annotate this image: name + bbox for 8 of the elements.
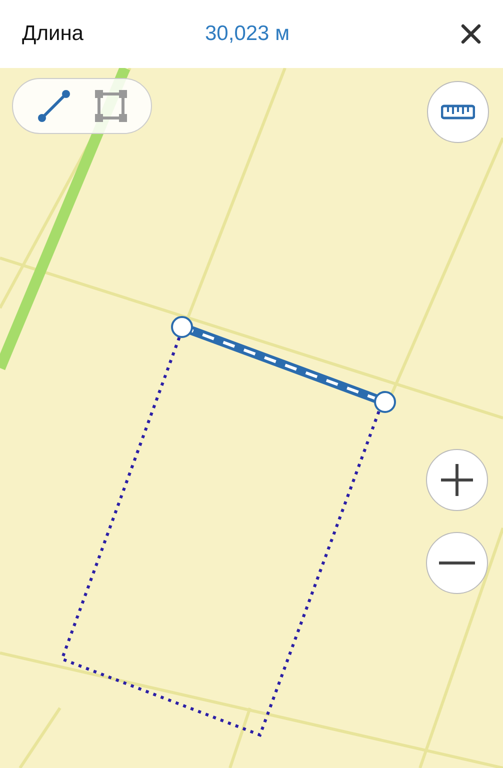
minus-icon	[439, 561, 475, 565]
distance-value: 30,023 м	[205, 22, 291, 46]
close-icon	[461, 24, 481, 44]
measure-label: Длина	[22, 22, 84, 46]
square-icon	[94, 89, 128, 123]
ruler-icon	[441, 104, 475, 120]
line-icon	[36, 89, 70, 123]
plus-icon	[439, 462, 475, 498]
